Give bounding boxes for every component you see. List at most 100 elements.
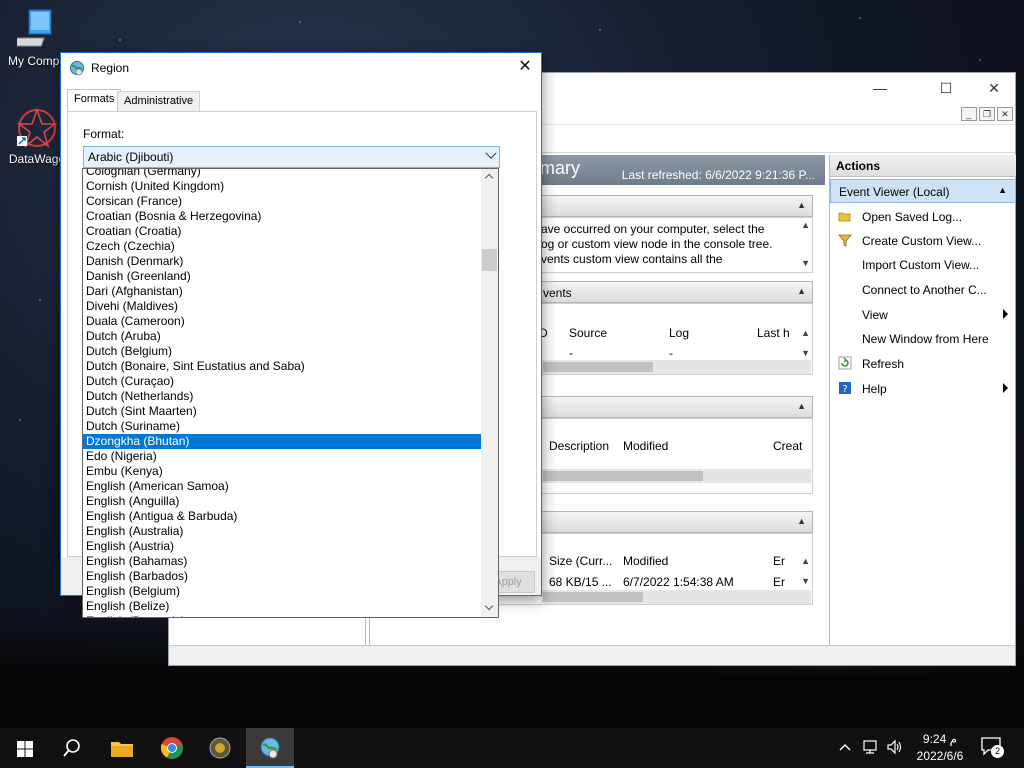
format-option[interactable]: Czech (Czechia) xyxy=(83,239,482,254)
format-option[interactable]: Dutch (Aruba) xyxy=(83,329,482,344)
format-option[interactable]: English (Belgium) xyxy=(83,584,482,599)
format-option[interactable]: English (Antigua & Barbuda) xyxy=(83,509,482,524)
format-option[interactable]: Dutch (Curaçao) xyxy=(83,374,482,389)
collapse-icon[interactable]: ▲ xyxy=(797,200,806,210)
dialog-close-button[interactable]: ✕ xyxy=(509,53,541,81)
format-option[interactable]: English (Barbados) xyxy=(83,569,482,584)
action-new-window-from-here[interactable]: New Window from Here xyxy=(830,327,1016,351)
mdi-minimize-button[interactable]: _ xyxy=(961,107,977,121)
action-help[interactable]: ? Help xyxy=(830,377,1016,401)
clock-date: 2022/6/6 xyxy=(916,749,964,763)
cell: Er xyxy=(773,575,785,589)
horizontal-scrollbar[interactable] xyxy=(541,469,811,483)
format-option[interactable]: Dutch (Bonaire, Sint Eustatius and Saba) xyxy=(83,359,482,374)
chevron-down-icon[interactable] xyxy=(485,147,497,159)
column-header[interactable]: Last h xyxy=(757,326,790,340)
maximize-button[interactable]: ☐ xyxy=(923,75,969,101)
action-open-saved-log[interactable]: Open Saved Log... xyxy=(830,205,1016,229)
action-label: Open Saved Log... xyxy=(862,210,963,224)
format-option[interactable]: Divehi (Maldives) xyxy=(83,299,482,314)
format-option[interactable]: Dutch (Belgium) xyxy=(83,344,482,359)
format-option[interactable]: Dutch (Sint Maarten) xyxy=(83,404,482,419)
format-option[interactable]: Dutch (Suriname) xyxy=(83,419,482,434)
column-header[interactable]: Modified xyxy=(623,439,668,453)
format-option[interactable]: English (American Samoa) xyxy=(83,479,482,494)
taskbar-region[interactable] xyxy=(246,728,294,768)
cell: 6/7/2022 1:54:38 AM xyxy=(623,575,734,589)
notification-center-button[interactable]: 2 xyxy=(980,736,1006,760)
format-option[interactable]: Dzongkha (Bhutan) xyxy=(83,434,482,449)
mdi-close-button[interactable]: ✕ xyxy=(997,107,1013,121)
column-header[interactable]: Er xyxy=(773,554,785,568)
scroll-down-icon[interactable]: ▼ xyxy=(801,348,810,358)
action-refresh[interactable]: Refresh xyxy=(830,352,1016,376)
taskbar-chrome[interactable] xyxy=(148,728,196,768)
action-create-custom-view[interactable]: Create Custom View... xyxy=(830,229,1016,253)
taskbar: 9:24 م 2022/6/6 2 xyxy=(0,728,1024,768)
column-header[interactable]: Modified xyxy=(623,554,668,568)
format-option[interactable]: English (Bahamas) xyxy=(83,554,482,569)
horizontal-scrollbar[interactable] xyxy=(541,360,811,374)
scroll-up-icon[interactable]: ▲ xyxy=(801,328,810,338)
format-option[interactable]: Danish (Denmark) xyxy=(83,254,482,269)
system-clock[interactable]: 9:24 م 2022/6/6 xyxy=(905,731,975,765)
format-option[interactable]: Edo (Nigeria) xyxy=(83,449,482,464)
collapse-icon[interactable]: ▲ xyxy=(797,286,806,296)
mdi-restore-button[interactable]: ❐ xyxy=(979,107,995,121)
close-button[interactable]: ✕ xyxy=(971,75,1017,101)
clock-time: 9:24 م xyxy=(922,732,958,746)
network-icon xyxy=(863,740,877,754)
format-option[interactable]: Colognian (Germany) xyxy=(83,169,482,179)
submenu-arrow-icon xyxy=(1003,309,1008,319)
search-button[interactable] xyxy=(48,728,96,768)
scrollbar-thumb[interactable] xyxy=(482,249,497,271)
format-option[interactable]: Dutch (Netherlands) xyxy=(83,389,482,404)
column-header[interactable]: Description xyxy=(549,439,609,453)
taskbar-app[interactable] xyxy=(196,728,244,768)
format-combobox[interactable]: Arabic (Djibouti) xyxy=(83,146,500,168)
action-connect-to-another-computer[interactable]: Connect to Another C... xyxy=(830,278,1016,302)
format-option[interactable]: Croatian (Croatia) xyxy=(83,224,482,239)
minimize-button[interactable]: — xyxy=(857,75,903,101)
tray-network[interactable] xyxy=(862,739,880,768)
scroll-down-icon[interactable]: ▼ xyxy=(801,258,810,268)
tray-chevron-up[interactable] xyxy=(838,740,852,768)
actions-group-label: Event Viewer (Local) xyxy=(839,185,950,199)
actions-group-event-viewer[interactable]: Event Viewer (Local) ▲ xyxy=(830,179,1016,203)
collapse-icon[interactable]: ▲ xyxy=(797,401,806,411)
scroll-down-icon[interactable] xyxy=(484,601,494,611)
scroll-up-icon[interactable] xyxy=(484,173,494,183)
action-import-custom-view[interactable]: Import Custom View... xyxy=(830,253,1016,277)
tray-volume[interactable] xyxy=(886,739,904,768)
format-option[interactable]: English (Austria) xyxy=(83,539,482,554)
taskbar-file-explorer[interactable] xyxy=(98,728,146,768)
format-option[interactable]: Dari (Afghanistan) xyxy=(83,284,482,299)
vertical-scrollbar[interactable] xyxy=(481,169,498,617)
format-option[interactable]: Danish (Greenland) xyxy=(83,269,482,284)
format-option[interactable]: Duala (Cameroon) xyxy=(83,314,482,329)
tab-administrative[interactable]: Administrative xyxy=(117,91,201,111)
format-option[interactable]: Cornish (United Kingdom) xyxy=(83,179,482,194)
format-option[interactable]: English (Anguilla) xyxy=(83,494,482,509)
column-header[interactable]: Creat xyxy=(773,439,802,453)
start-button[interactable] xyxy=(0,728,48,768)
format-option[interactable]: Embu (Kenya) xyxy=(83,464,482,479)
scroll-down-icon[interactable]: ▼ xyxy=(801,576,810,586)
action-view[interactable]: View xyxy=(830,303,1016,327)
format-option[interactable]: Croatian (Bosnia & Herzegovina) xyxy=(83,209,482,224)
tab-formats[interactable]: Formats xyxy=(67,89,122,112)
scroll-up-icon[interactable]: ▲ xyxy=(801,220,810,230)
format-dropdown-list[interactable]: Colognian (Germany) Cornish (United Kingd… xyxy=(82,168,499,618)
column-header[interactable]: Source xyxy=(569,326,607,340)
column-header[interactable]: Size (Curr... xyxy=(549,554,612,568)
format-option[interactable]: English (Belize) xyxy=(83,599,482,614)
column-header[interactable]: Log xyxy=(669,326,689,340)
collapse-icon[interactable]: ▲ xyxy=(998,185,1007,195)
format-option[interactable]: Corsican (France) xyxy=(83,194,482,209)
folder-open-icon xyxy=(838,212,851,222)
collapse-icon[interactable]: ▲ xyxy=(797,516,806,526)
scroll-up-icon[interactable]: ▲ xyxy=(801,556,810,566)
format-option[interactable]: English (Australia) xyxy=(83,524,482,539)
horizontal-scrollbar[interactable] xyxy=(541,590,811,604)
format-option[interactable]: English (Bermuda) xyxy=(83,614,482,617)
